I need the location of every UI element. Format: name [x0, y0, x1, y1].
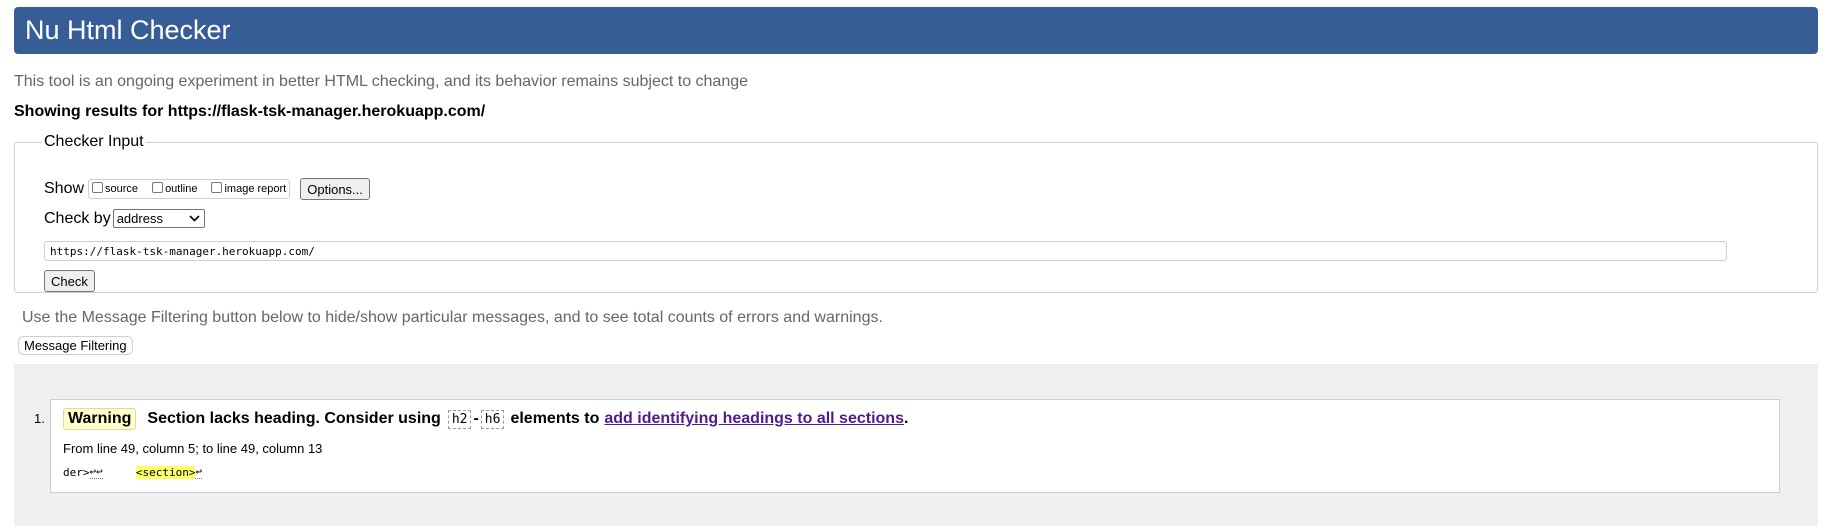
- show-label: Show: [44, 180, 85, 197]
- show-outline-option[interactable]: outline: [152, 181, 198, 195]
- check-by-label: Check by: [44, 209, 111, 227]
- options-button[interactable]: Options...: [300, 178, 370, 200]
- check-button[interactable]: Check: [44, 270, 95, 292]
- message-location: From line 49, column 5; to line 49, colu…: [63, 441, 323, 456]
- return-icon: ↩: [195, 465, 203, 479]
- show-options-group: source outline image report: [88, 179, 291, 199]
- check-by-select[interactable]: address: [112, 209, 205, 228]
- code-range-dash: -: [473, 410, 479, 427]
- message-text-middle: elements to: [510, 410, 600, 427]
- outline-checkbox[interactable]: [152, 181, 164, 193]
- check-by-row: Check by address: [44, 209, 205, 228]
- return-icon: ↩↩: [89, 465, 103, 479]
- code-h2: h2: [447, 409, 472, 429]
- checker-input-legend: Checker Input: [44, 133, 144, 150]
- message-summary: Warning Section lacks heading. Consider …: [63, 408, 908, 430]
- results-for-heading: Showing results for https://flask-tsk-ma…: [14, 103, 486, 120]
- image-report-checkbox[interactable]: [211, 181, 223, 193]
- message-text-after: .: [903, 410, 909, 427]
- checker-input-fieldset: Checker Input Show source outline image …: [14, 133, 1818, 293]
- source-extract: der> ↩↩ <section> ↩: [63, 465, 203, 479]
- tagline: This tool is an ongoing experiment in be…: [14, 73, 749, 90]
- image-report-label: image report: [224, 183, 287, 195]
- show-image-report-option[interactable]: image report: [211, 181, 287, 195]
- message-text-before: Section lacks heading. Consider using: [147, 410, 441, 427]
- warning-badge: Warning: [63, 408, 137, 430]
- code-h6: h6: [480, 409, 505, 429]
- extract-gap: [103, 466, 136, 479]
- filter-help-text: Use the Message Filtering button below t…: [22, 309, 883, 326]
- headings-help-link[interactable]: add identifying headings to all sections: [604, 410, 904, 428]
- source-label: source: [105, 183, 139, 195]
- url-input[interactable]: https://flask-tsk-manager.herokuapp.com/: [44, 241, 1727, 261]
- show-source-option[interactable]: source: [92, 181, 139, 195]
- url-input-value: https://flask-tsk-manager.herokuapp.com/: [50, 244, 315, 258]
- outline-label: outline: [165, 183, 198, 195]
- check-by-selected-value: address: [116, 211, 163, 226]
- extract-before: der>: [63, 465, 90, 479]
- warning-message: Warning Section lacks heading. Consider …: [50, 399, 1780, 493]
- chevron-down-icon: [186, 215, 204, 222]
- message-number: 1.: [34, 411, 45, 426]
- results-panel: 1. Warning Section lacks heading. Consid…: [14, 364, 1818, 526]
- source-checkbox[interactable]: [92, 181, 104, 193]
- show-options-row: Show source outline image report Options…: [44, 178, 370, 200]
- page-title: Nu Html Checker: [25, 15, 231, 45]
- extract-highlight: <section>: [135, 465, 196, 479]
- header-bar: Nu Html Checker: [14, 7, 1818, 54]
- message-filtering-button[interactable]: Message Filtering: [18, 336, 133, 355]
